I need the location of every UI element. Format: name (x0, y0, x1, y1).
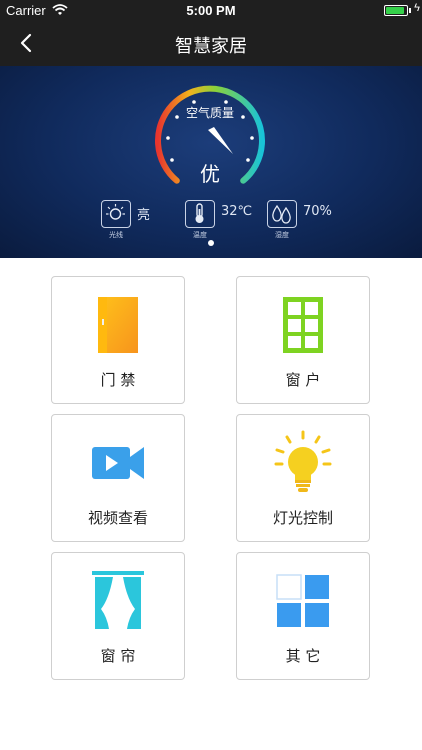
sensor-temperature-name: 温度 (193, 231, 207, 239)
tile-curtain[interactable]: 窗 帘 (51, 552, 185, 680)
humidity-icon (267, 200, 297, 228)
navigation-bar: 智慧家居 (0, 22, 422, 66)
sensor-humidity-name: 湿度 (275, 231, 289, 239)
tile-light-control[interactable]: 灯光控制 (236, 414, 370, 542)
curtain-icon (52, 569, 184, 633)
clock: 5:00 PM (186, 3, 236, 18)
sensor-light-name: 光线 (109, 231, 123, 239)
tile-other-label: 其 它 (285, 647, 321, 665)
video-camera-icon (52, 431, 184, 495)
tile-door-access-label: 门 禁 (100, 371, 136, 389)
tile-door-access[interactable]: 门 禁 (51, 276, 185, 404)
page-indicator-dot[interactable] (208, 240, 214, 246)
gauge-needle (208, 127, 233, 154)
tile-video-view[interactable]: 视频查看 (51, 414, 185, 542)
page-title: 智慧家居 (175, 36, 247, 57)
grid-icon (237, 569, 369, 633)
light-bulb-icon (237, 430, 369, 495)
air-quality-banner: 空气质量 优 光线 亮 温度 32℃ 湿度 70% (0, 66, 422, 258)
sensor-light-value: 亮 (137, 208, 151, 223)
charging-icon: ϟ (414, 2, 420, 14)
battery-tip (409, 8, 411, 13)
door-icon (52, 293, 184, 357)
tile-window-label: 窗 户 (285, 371, 321, 389)
tile-window[interactable]: 窗 户 (236, 276, 370, 404)
air-quality-value: 优 (200, 162, 220, 186)
window-icon (237, 293, 369, 357)
tile-other[interactable]: 其 它 (236, 552, 370, 680)
tile-curtain-label: 窗 帘 (100, 647, 136, 665)
sun-icon (101, 200, 131, 228)
sensor-temperature-value: 32℃ (221, 204, 253, 219)
sensor-humidity-value: 70% (303, 204, 332, 219)
status-bar: Carrier 5:00 PM ϟ (0, 0, 422, 22)
tile-video-view-label: 视频查看 (87, 509, 148, 527)
battery-icon (384, 5, 408, 16)
tile-light-control-label: 灯光控制 (272, 509, 333, 527)
air-quality-label: 空气质量 (185, 106, 234, 120)
thermometer-icon (185, 200, 215, 228)
